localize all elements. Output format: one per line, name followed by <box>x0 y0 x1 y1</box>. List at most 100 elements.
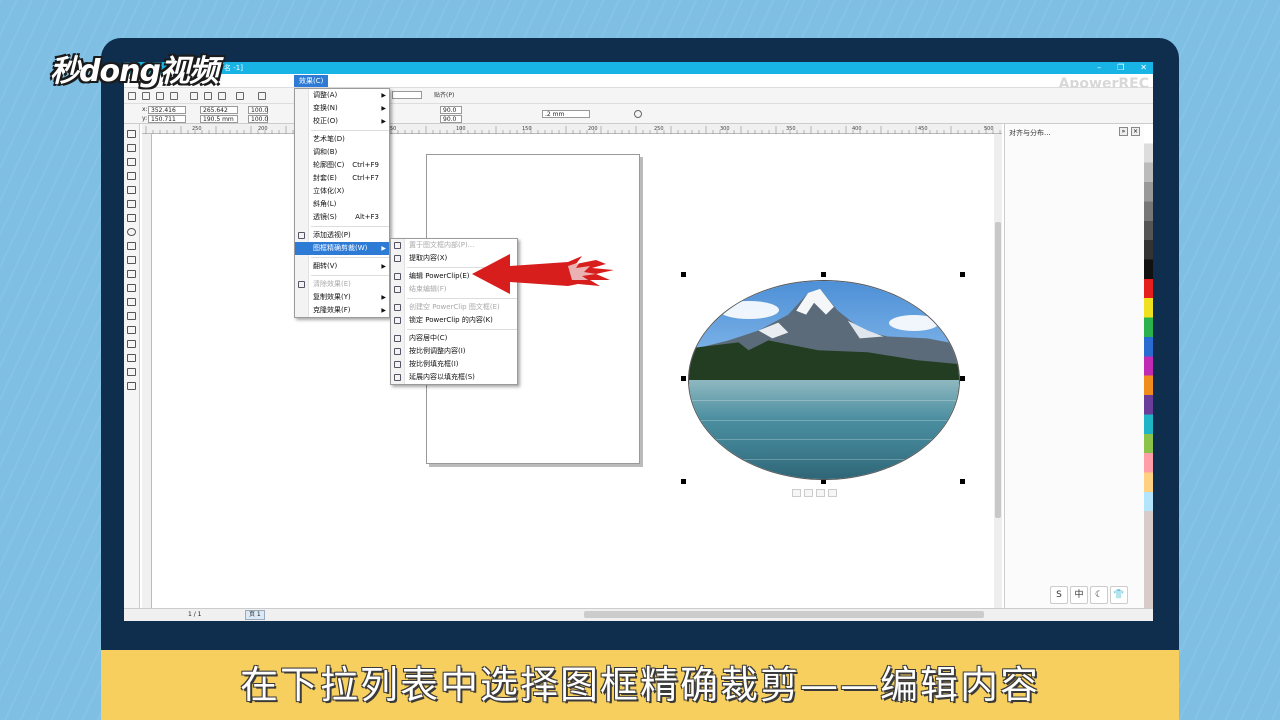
lock-contents-icon[interactable] <box>828 489 837 497</box>
ellipse-tool-icon[interactable] <box>127 228 136 236</box>
effects-menu-item[interactable]: 添加透视(P) <box>295 229 389 242</box>
docker-close-icon[interactable]: × <box>1131 127 1140 136</box>
submenu-arrow-icon: ▶ <box>381 294 386 301</box>
snap-menu[interactable]: 贴齐(P) <box>434 92 454 100</box>
effects-menu-item[interactable]: 克隆效果(F) ▶ <box>295 304 389 317</box>
toolbox <box>124 124 140 608</box>
zoom-dropdown[interactable] <box>392 91 422 99</box>
docker-expand-icon[interactable]: » <box>1119 127 1128 136</box>
transparency-tool-icon[interactable] <box>127 326 136 334</box>
shape-tool-icon[interactable] <box>127 144 136 152</box>
x-position-field[interactable]: 352.416 mm <box>148 106 186 121</box>
connector-tool-icon[interactable] <box>127 298 136 306</box>
crop-tool-icon[interactable] <box>127 158 136 166</box>
zoom-tool-icon[interactable] <box>127 172 136 180</box>
table-tool-icon[interactable] <box>127 270 136 278</box>
extract-contents-icon[interactable] <box>816 489 825 497</box>
selection-handle[interactable] <box>681 479 686 484</box>
scale-x-field[interactable]: 100.0 <box>248 106 268 114</box>
rectangle-tool-icon[interactable] <box>127 214 136 222</box>
new-icon[interactable] <box>128 92 136 100</box>
angle-field-1[interactable]: 90.0 <box>440 106 462 114</box>
vertical-scroll-thumb[interactable] <box>995 222 1001 518</box>
effects-menu-item[interactable]: 立体化(X) <box>295 185 389 198</box>
fill-tool-icon[interactable] <box>127 368 136 376</box>
menu-shortcut: Alt+F3 <box>355 213 379 221</box>
effects-menu-item[interactable]: 调整(A) ▶ <box>295 89 389 102</box>
selection-handle[interactable] <box>681 376 686 381</box>
horizontal-scrollbar[interactable] <box>584 611 984 618</box>
effects-menu-item[interactable]: 透镜(S) Alt+F3 <box>295 211 389 224</box>
powerclip-menu-item[interactable]: 延展内容以填充框(S) <box>391 371 517 384</box>
edit-powerclip-icon[interactable] <box>792 489 801 497</box>
save-icon[interactable] <box>156 92 164 100</box>
color-palette[interactable] <box>1144 124 1153 608</box>
effects-menu-item[interactable]: 图框精确剪裁(W) ▶ <box>295 242 389 255</box>
artistic-media-icon[interactable] <box>127 200 136 208</box>
page-tab[interactable]: 页 1 <box>245 610 265 620</box>
ruler-tick-label: 50 <box>390 126 396 132</box>
selection-handle[interactable] <box>960 376 965 381</box>
print-icon[interactable] <box>170 92 178 100</box>
selection-handle[interactable] <box>960 272 965 277</box>
polygon-tool-icon[interactable] <box>127 242 136 250</box>
dimension-tool-icon[interactable] <box>127 284 136 292</box>
width-field[interactable]: 265.642 mm <box>200 106 238 121</box>
pick-tool-icon[interactable] <box>127 130 136 138</box>
blend-tool-icon[interactable] <box>127 312 136 320</box>
effects-menu-item[interactable]: 复制效果(Y) ▶ <box>295 291 389 304</box>
effects-menu-item[interactable]: 变换(N) ▶ <box>295 102 389 115</box>
text-tool-icon[interactable] <box>127 256 136 264</box>
powerclip-menu-item[interactable]: 按比例调整内容(I) <box>391 345 517 358</box>
selection-handle[interactable] <box>821 272 826 277</box>
ruler-tick-label: 500 <box>984 126 994 132</box>
redo-icon[interactable] <box>258 92 266 100</box>
outline-pen-icon[interactable] <box>127 354 136 362</box>
menu-item-label: 艺术笔(D) <box>313 135 345 143</box>
powerclip-menu-item[interactable]: 内容居中(C) <box>391 332 517 345</box>
ruler-tick-label: 250 <box>192 126 202 132</box>
menu-item-icon <box>394 273 401 280</box>
interactive-fill-icon[interactable] <box>127 382 136 390</box>
ruler-tick-label: 450 <box>918 126 928 132</box>
effects-menu-item[interactable]: 封套(E) Ctrl+F7 <box>295 172 389 185</box>
ime-skin-button[interactable]: 👕 <box>1110 586 1128 604</box>
powerclip-menu-item[interactable]: 按比例填充框(I) <box>391 358 517 371</box>
height-field[interactable]: 190.5 mm <box>200 115 238 123</box>
close-button[interactable]: ✕ <box>1140 62 1147 74</box>
angle-field-2[interactable]: 90.0 <box>440 115 462 123</box>
menu-effects[interactable]: 效果(C) <box>294 75 329 87</box>
effects-menu-item[interactable]: 调和(B) <box>295 146 389 159</box>
page-counter: 1 / 1 <box>188 611 202 618</box>
open-icon[interactable] <box>142 92 150 100</box>
minimize-button[interactable]: – <box>1097 62 1101 74</box>
ime-moon-button[interactable]: ☾ <box>1090 586 1108 604</box>
window-title: 名 -1] <box>224 64 243 72</box>
restore-button[interactable]: ❐ <box>1117 62 1124 74</box>
freehand-tool-icon[interactable] <box>127 186 136 194</box>
selection-handle[interactable] <box>681 272 686 277</box>
ruler-tick-label: 150 <box>522 126 532 132</box>
target-icon[interactable] <box>634 110 642 118</box>
y-position-field[interactable]: 150.711 mm <box>148 115 186 130</box>
effects-menu-item[interactable]: 轮廓图(C) Ctrl+F9 <box>295 159 389 172</box>
effects-menu-item[interactable]: 翻转(V) ▶ <box>295 260 389 273</box>
powerclip-ellipse-image[interactable] <box>688 280 960 480</box>
scale-y-field[interactable]: 100.0 <box>248 115 268 123</box>
vertical-scrollbar[interactable] <box>994 134 1002 608</box>
outline-width-dropdown[interactable]: .2 mm <box>542 110 590 118</box>
effects-menu-item[interactable]: 艺术笔(D) <box>295 133 389 146</box>
ime-chinese-button[interactable]: 中 <box>1070 586 1088 604</box>
select-contents-icon[interactable] <box>804 489 813 497</box>
ime-logo-button[interactable]: S <box>1050 586 1068 604</box>
paste-icon[interactable] <box>218 92 226 100</box>
effects-menu-item[interactable]: 斜角(L) <box>295 198 389 211</box>
copy-icon[interactable] <box>204 92 212 100</box>
horizontal-ruler: 25020015050100150200250300350400450500 <box>142 124 1002 134</box>
eyedropper-tool-icon[interactable] <box>127 340 136 348</box>
effects-menu-item[interactable]: 校正(O) ▶ <box>295 115 389 128</box>
undo-icon[interactable] <box>236 92 244 100</box>
powerclip-menu-item[interactable]: 锁定 PowerClip 的内容(K) <box>391 314 517 327</box>
selection-handle[interactable] <box>960 479 965 484</box>
cut-icon[interactable] <box>190 92 198 100</box>
